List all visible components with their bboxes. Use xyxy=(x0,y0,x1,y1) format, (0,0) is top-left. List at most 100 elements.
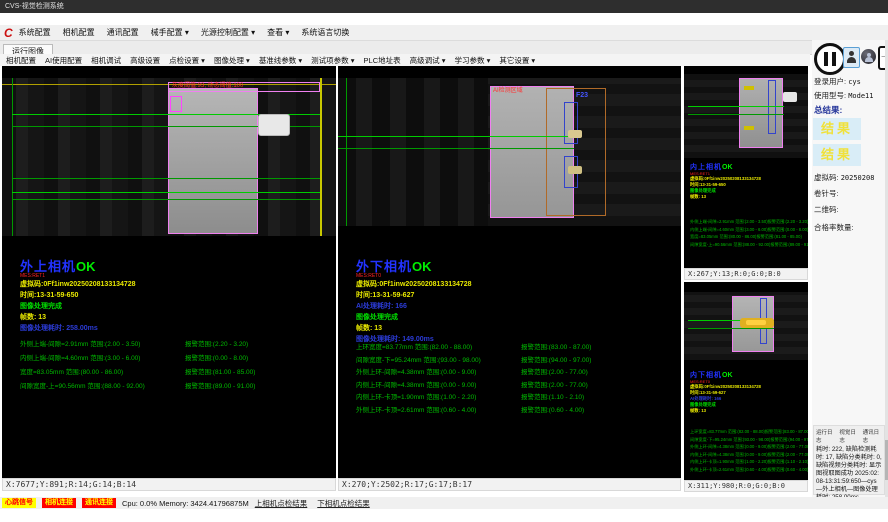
menu-item[interactable]: 光源控制配置 ▾ xyxy=(201,27,255,38)
alarm-range: 报警范围:(81.00 - 85.00) xyxy=(756,233,801,241)
alarm-range: 报警范围:(2.20 - 3.20) xyxy=(185,338,248,352)
toolbar-item[interactable]: 高级调试 ▾ xyxy=(410,55,446,66)
virtual-code-line: 虚拟码:0Ff1inw20250208133134728 xyxy=(20,279,136,290)
measurement-row: 间隙宽度-上=90.56mm 范围:(88.00 - 92.00) 报警范围:(… xyxy=(690,241,808,249)
menu-item[interactable]: 械手配置 ▾ xyxy=(151,27,189,38)
result-block: 结果 xyxy=(813,118,861,140)
camera-image xyxy=(684,292,808,360)
inspection-result-link[interactable]: 下相机点检结果 xyxy=(317,498,370,509)
alarm-range: 报警范围:(83.00 - 87.00) xyxy=(765,428,808,436)
toolbar-item[interactable]: 高级设置 xyxy=(130,55,160,66)
user-button[interactable] xyxy=(843,47,860,68)
camera-result-title: 外上相机OK xyxy=(20,260,136,273)
result-overlay: 外上相机OK MES:RET1 虚拟码:0Ff1inw2025020813313… xyxy=(20,260,136,334)
measurement-row: 内侧上端-间隙=4.60mm 范围:(3.00 - 6.00) 报警范围:(0.… xyxy=(690,226,808,234)
camera-result-title: 外下相机OK xyxy=(356,260,472,273)
menu-item[interactable]: 相机配置 xyxy=(63,27,95,38)
menu-item[interactable]: 系统语言切换 xyxy=(301,27,349,38)
done-line: 图像处理完成 xyxy=(356,312,472,323)
log-box: 运行日志视觉日志通讯日志 耗时: 222, 缺陷检测耗时: 17, 缺陷分类耗时… xyxy=(813,425,885,495)
measurement-row: 外侧上环-间隙=4.38mm 范围:(0.00 - 9.00) 报警范围:(2.… xyxy=(690,443,808,451)
camera-view-outer-lower[interactable]: AI检测区域 F23 外下相机OK MES:RET0 虚拟码:0Ff1inw20… xyxy=(338,66,681,478)
virtual-code-line: 虚拟码:0Ff1inw20250208133134728 xyxy=(356,279,472,290)
qr-row: 二维码: xyxy=(814,204,839,215)
measure-line xyxy=(688,106,784,107)
alarm-range: 报警范围:(89.00 - 91.00) xyxy=(770,241,808,249)
ai-region-label: AI检测区域 xyxy=(493,88,523,95)
machinery-background xyxy=(338,78,488,226)
alarm-range: 报警范围:(2.20 - 3.20) xyxy=(768,218,808,226)
result-overlay: 内下相机OK MES:RET0 虚拟码:0Ff1inw2025020813313… xyxy=(690,372,761,414)
menu-item[interactable]: 查看 ▾ xyxy=(267,27,289,38)
camera-view-outer-upper[interactable]: 灰度阈值:93, 动态阈值:100 外上相机OK MES:RET1 虚拟码:0F… xyxy=(2,66,336,478)
alarm-range: 报警范围:(94.00 - 97.00) xyxy=(521,355,591,368)
green-guide-line xyxy=(12,78,13,236)
measurement-rows: 上环宽度=83.77mm 范围:(82.00 - 88.00) 报警范围:(83… xyxy=(690,428,808,473)
camera-view-inner-upper[interactable]: 内上相机OK MES:RET1 虚拟码:0Ff1inw2025020813313… xyxy=(684,66,808,268)
log-tab[interactable]: 通讯日志 xyxy=(863,428,883,444)
connector-part xyxy=(783,92,797,102)
operator-mode-button[interactable] xyxy=(861,49,876,64)
ok-status: OK xyxy=(412,259,432,274)
toolbar-item[interactable]: 学习参数 ▾ xyxy=(454,55,490,66)
measure-line xyxy=(688,328,774,329)
cpu-memory-readout: Cpu: 0.0% Memory: 3424.41796875M xyxy=(122,499,249,508)
yellow-edge-line xyxy=(320,78,322,236)
pixel-coordinate-bar: X:270;Y:2502;R:17;G:17;B:17 xyxy=(338,478,681,491)
measurement-value: 内侧上环-间隙=4.38mm 范围:(0.00 - 9.00) xyxy=(356,380,521,393)
time-line: 时间:13-31-59-650 xyxy=(20,290,136,301)
menu-item[interactable]: 通讯配置 xyxy=(107,27,139,38)
log-tab[interactable]: 运行日志 xyxy=(816,428,836,444)
measurement-value: 间隙宽度-下=95.24mm 范围:(93.00 - 98.00) xyxy=(690,436,770,444)
measurement-row: 内侧上环-卡顶=1.90mm 范围:(1.00 - 2.20) 报警范围:(1.… xyxy=(690,458,808,466)
measurement-row: 外侧上环-间隙=4.38mm 范围:(0.00 - 9.00) 报警范围:(2.… xyxy=(356,367,681,380)
total-result-label: 总结果: xyxy=(814,104,842,116)
alarm-range: 报警范围:(2.00 - 77.00) xyxy=(521,367,588,380)
camera-image: AI检测区域 F23 xyxy=(338,78,681,226)
model-row: 使用型号: Mode11 xyxy=(814,90,873,101)
log-tab[interactable]: 视觉日志 xyxy=(839,428,859,444)
alarm-range: 报警范围:(2.00 - 77.00) xyxy=(521,380,588,393)
measurement-row: 上环宽度=83.77mm 范围:(82.00 - 88.00) 报警范围:(83… xyxy=(356,342,681,355)
pixel-coordinate-bar: X:311;Y:980;R:0;G:0;B:0 xyxy=(684,480,808,492)
toolbar-item[interactable]: 其它设置 ▾ xyxy=(499,55,535,66)
user-icon xyxy=(847,57,856,63)
measurement-row: 内侧上环-卡顶=1.90mm 范围:(1.00 - 2.20) 报警范围:(1.… xyxy=(356,392,681,405)
log-text: 耗时: 222, 缺陷检测耗时: 17, 缺陷分类耗时: 0, 缺陷视频分类耗时… xyxy=(814,445,884,503)
toolbar-item[interactable]: PLC地址表 xyxy=(364,55,401,66)
inspection-result-link[interactable]: 上相机点检结果 xyxy=(255,498,308,509)
measurement-row: 宽度=83.05mm 范围:(80.00 - 86.00) 报警范围:(81.0… xyxy=(690,233,808,241)
ok-status: OK xyxy=(722,164,733,171)
ai-elapsed-line: AI处理耗时: 166 xyxy=(356,301,472,312)
alarm-range: 报警范围:(2.00 - 77.00) xyxy=(768,443,808,451)
annotation-text-spot xyxy=(744,126,754,130)
alarm-range: 报警范围:(81.00 - 85.00) xyxy=(185,366,255,380)
pause-button[interactable] xyxy=(814,43,846,75)
blue-tag-label: F23 xyxy=(576,92,588,99)
result-overlay: 内上相机OK MES:RET1 虚拟码:0Ff1inw2025020813313… xyxy=(690,164,761,200)
toolbar-items: 相机配置 AI使用配置相机调试高级设置点检设置 ▾ 图像处理 ▾ 基准线参数 ▾ 测试项… xyxy=(6,55,535,66)
toolbar-item[interactable]: 相机配置 xyxy=(6,55,36,66)
alarm-range: 报警范围:(1.10 - 2.10) xyxy=(768,458,808,466)
measurement-value: 内侧上端-间隙=4.60mm 范围:(3.00 - 6.00) xyxy=(20,352,185,366)
toolbar-item[interactable]: 基准线参数 ▾ xyxy=(259,55,302,66)
camera-view-inner-lower[interactable]: 内下相机OK MES:RET0 虚拟码:0Ff1inw2025020813313… xyxy=(684,282,808,480)
tab-row: 运行图像 xyxy=(0,41,888,55)
toolbar-item[interactable]: 点检设置 ▾ xyxy=(169,55,205,66)
menu-items: 系统配置 相机配置 通讯配置 械手配置 ▾ 光源控制配置 ▾ 查看 ▾ 系统语言切换 xyxy=(19,27,350,38)
alarm-range: 报警范围:(94.00 - 97.00) xyxy=(770,436,808,444)
measurement-value: 间隙宽度-上=90.56mm 范围:(88.00 - 92.00) xyxy=(20,380,185,394)
login-user-row: 登录用户: cys xyxy=(814,76,861,87)
alarm-range: 报警范围:(83.00 - 87.00) xyxy=(521,342,591,355)
measurement-row: 外侧上端-间隙=2.91mm 范围:(2.00 - 3.50) 报警范围:(2.… xyxy=(690,218,808,226)
pass-rate-row: 合格率数量: xyxy=(814,222,854,233)
menu-item[interactable]: 系统配置 xyxy=(19,27,51,38)
toolbar-item[interactable]: 图像处理 ▾ xyxy=(214,55,250,66)
measurement-row: 间隙宽度-下=95.24mm 范围:(93.00 - 98.00) 报警范围:(… xyxy=(690,436,808,444)
result-block: 结果 xyxy=(813,144,861,166)
pause-icon xyxy=(824,52,828,66)
toolbar-item[interactable]: 测试项参数 ▾ xyxy=(311,55,354,66)
toolbar-item[interactable]: AI使用配置 xyxy=(45,55,82,66)
heartbeat-badge: 心跳信号 xyxy=(2,498,36,508)
toolbar-item[interactable]: 相机调试 xyxy=(91,55,121,66)
